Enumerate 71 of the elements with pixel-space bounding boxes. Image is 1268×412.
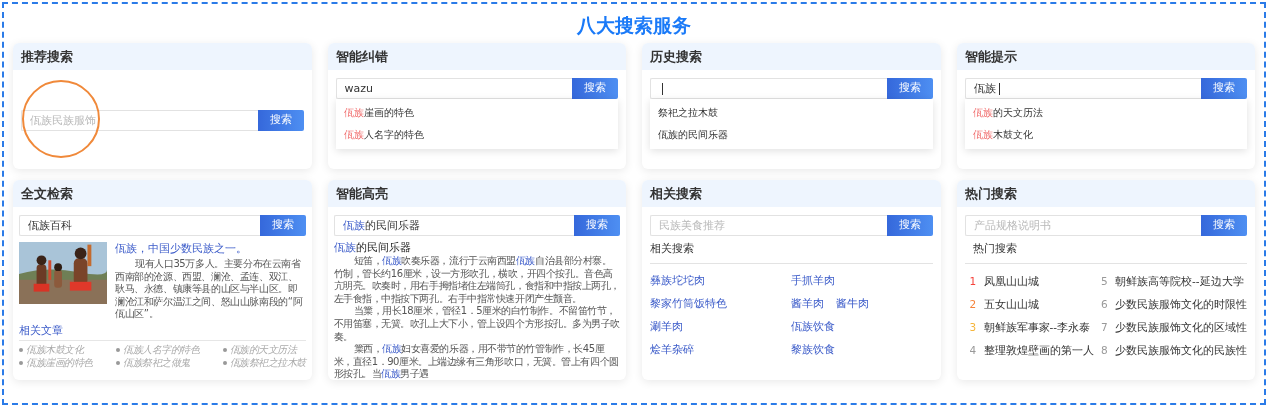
result-paragraph: 篥西，佤族妇女喜爱的乐器，用不带节的竹管制作，长45厘米，直径1．90厘米。上端边缘有三角形吹口，无簧。管上有四个圆形按孔。当佤族男子遇 [333, 343, 620, 380]
hot-search-link[interactable]: 少数民族服饰文化的时限性 [1115, 295, 1247, 312]
rank-number: 8 [1101, 342, 1109, 358]
card-title: 推荐搜索 [13, 43, 312, 70]
card-title: 全文检索 [13, 180, 312, 207]
hot-search-link[interactable]: 整理敦煌壁画的第一人 [983, 341, 1094, 358]
search-button[interactable]: 搜索 [572, 78, 618, 99]
suggestion-item[interactable]: 祭祀之拉木鼓 [650, 102, 933, 124]
related-link[interactable]: 烩羊杂碎 [650, 340, 694, 357]
search-button[interactable]: 搜索 [1201, 78, 1247, 99]
search-field[interactable]: 佤族百科 [19, 215, 260, 236]
related-link[interactable]: 黎家竹筒饭特色 [650, 294, 727, 311]
hot-search-link[interactable]: 少数民族服饰文化的民族性 [1115, 341, 1247, 358]
result-paragraph: 短笛，佤族吹奏乐器，流行于云南西盟佤族自治县部分村寨。竹制，管长约16厘米，设一方形吹孔，横吹，开四个按孔。音色高亢明亮。吹奏时，用右手拇指堵住左端筒孔，食指和中指按上两孔，左手食指，中指按下两孔。右手中指常快速开闭产生颤音。 [333, 255, 620, 305]
bullet-icon [116, 360, 120, 365]
result-title[interactable]: 佤族，中国少数民族之一。 [115, 242, 306, 256]
hot-search-link[interactable]: 朝鲜族军事家--李永泰 [983, 318, 1091, 335]
search-button[interactable]: 搜索 [574, 215, 620, 236]
related-link[interactable]: 彝族坨坨肉 [650, 271, 705, 288]
hot-search-link[interactable]: 少数民族服饰文化的区域性 [1115, 318, 1247, 335]
page-title: 八大搜索服务 [576, 13, 692, 37]
search-field[interactable]: 佤族民族服饰 [21, 110, 258, 131]
search-field[interactable]: wazu [335, 78, 572, 99]
related-link[interactable]: 手抓羊肉 [791, 271, 836, 288]
related-heading: 相关文章 [19, 322, 63, 338]
suggestion-item[interactable]: 佤族的天文历法 [964, 102, 1247, 124]
rank-number: 4 [969, 342, 978, 358]
card-title: 智能提示 [956, 43, 1255, 70]
suggestion-item[interactable]: 佤族人名字的特色 [335, 124, 618, 146]
result-heading: 佤族的民间乐器 [333, 241, 412, 255]
section-heading: 相关搜索 [650, 242, 694, 255]
card-title: 热门搜索 [956, 180, 1255, 207]
search-field[interactable]: 民族美食推荐 [650, 215, 887, 236]
related-link[interactable]: 涮羊肉 [650, 317, 683, 334]
suggestion-item[interactable]: 佤族的民间乐器 [650, 124, 933, 146]
rank-number: 7 [1101, 319, 1109, 335]
hot-search-link[interactable]: 凤凰山山城 [983, 272, 1039, 289]
bullet-icon [116, 347, 120, 352]
rank-number: 6 [1101, 296, 1109, 312]
bullet-icon [19, 360, 23, 365]
result-paragraph: 当篥，用长18厘米，管径1．5厘米的白竹制作。不留笛竹节，不用笛塞，无簧。吹孔上大下小，管上设四个方形按孔。多为男子吹奏。 [333, 305, 620, 343]
card-title: 历史搜索 [642, 43, 941, 70]
search-field[interactable]: 佤族 [964, 78, 1201, 99]
hot-search-link[interactable]: 朝鲜族高等院校--延边大学 [1115, 272, 1244, 289]
related-link[interactable]: 黎族饮食 [791, 340, 836, 357]
search-field[interactable]: 产品规格说明书 [964, 215, 1201, 236]
card-title: 相关搜索 [642, 180, 941, 207]
search-button[interactable]: 搜索 [886, 78, 933, 99]
hot-search-link[interactable]: 五女山山城 [983, 295, 1039, 312]
bullet-icon [222, 360, 227, 365]
search-button[interactable]: 搜索 [257, 110, 304, 131]
rank-number: 2 [969, 296, 978, 312]
card-title: 智能纠错 [327, 43, 626, 70]
section-heading: 热门搜索 [972, 242, 1017, 255]
rank-number: 3 [969, 319, 978, 335]
result-text: 现有人口35万多人。主要分布在云南省西南部的沧源、西盟、澜沧、孟连、双江、耿马、永德、镇康等县的山区与半山区。即澜沧江和萨尔温江之间、怒山山脉南段的“阿佤山区”。 [115, 258, 304, 321]
search-button[interactable]: 搜索 [886, 215, 933, 236]
rank-number: 5 [1101, 273, 1109, 289]
bullet-icon [19, 347, 23, 352]
search-button[interactable]: 搜索 [1201, 215, 1247, 236]
related-link[interactable]: 酱羊肉 [791, 294, 825, 311]
bullet-icon [222, 347, 227, 352]
related-link[interactable]: 佤族饮食 [791, 317, 836, 334]
search-field[interactable]: 佤族的民间乐器 [333, 215, 574, 236]
search-button[interactable]: 搜索 [259, 215, 306, 236]
card-title: 智能高亮 [327, 180, 626, 207]
rank-number: 1 [969, 273, 978, 289]
search-field[interactable] [650, 78, 887, 99]
related-link[interactable]: 酱牛肉 [836, 294, 870, 311]
suggestion-item[interactable]: 佤族木鼓文化 [964, 124, 1247, 146]
suggestion-item[interactable]: 佤族崖画的特色 [335, 102, 618, 124]
